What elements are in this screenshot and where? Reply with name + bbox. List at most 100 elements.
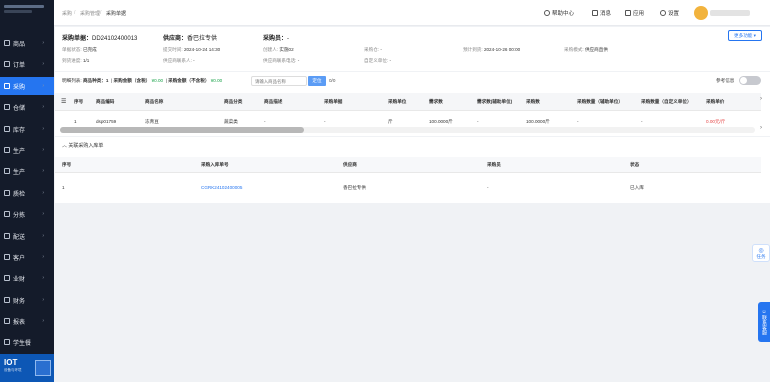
sidebar-item[interactable]: 学生餐 (0, 333, 54, 351)
scrollbar-thumb[interactable] (60, 127, 304, 133)
sidebar-item-label: 学生餐 (13, 340, 32, 347)
sidebar-item[interactable]: 采购 › (0, 77, 54, 95)
related-column-header: 采购入库单号 (201, 162, 229, 167)
order-field: 自定义单位: - (364, 58, 392, 63)
order-supplier: 供应商：香巴拉专供 (163, 36, 218, 42)
menu-icon (4, 61, 10, 67)
menu-icon (4, 40, 10, 46)
detail-table-cell: 100.0000斤 (429, 119, 453, 124)
detail-column-header: 商品描述 (264, 99, 283, 104)
breadcrumb-item[interactable]: 采购管理 (80, 10, 100, 17)
detail-column-header: 商品分类 (224, 99, 243, 104)
detail-table-cell: - (577, 119, 579, 124)
sidebar-item-label: 生产 (13, 169, 26, 176)
chevron-right-icon: › (42, 147, 44, 153)
iot-panel[interactable]: IOT 设备与环境 (0, 354, 54, 382)
chevron-right-icon: › (42, 83, 44, 89)
chevron-right-icon: › (42, 190, 44, 196)
order-number: 采购单据：DD24102400013 (62, 36, 138, 42)
sidebar-item-label: 质检 (13, 191, 26, 198)
sidebar-item-label: 业财 (13, 276, 26, 283)
menu-icon (4, 83, 10, 89)
detail-table-cell: 1 (74, 119, 77, 124)
detail-summary: 明细列表: 商品种类：1 | 采购金额（含税） ¥0.00 | 采购金额（不含税… (62, 78, 223, 83)
settings-link[interactable]: 设置 (660, 9, 679, 17)
search-count: 0/0 (329, 78, 336, 83)
sidebar: 商品 › 订单 › 采购 › 仓储 › 库存 › 生产 › 生产 › 质检 › 分拣 › 配送 › 客户 › 业财 › 财务 › 报… (0, 0, 54, 382)
chevron-right-icon: › (42, 40, 44, 46)
chevron-right-icon: › (42, 233, 44, 239)
menu-icon (4, 254, 10, 260)
more-functions-button[interactable]: 更多功能 ▾ (728, 30, 762, 41)
product-search-input[interactable] (251, 76, 307, 86)
inbound-order-link[interactable]: CGRK24102400005 (201, 185, 242, 190)
help-center-link[interactable]: 帮助中心 (544, 9, 574, 17)
sidebar-item-label: 商品 (13, 41, 26, 48)
sidebar-item[interactable]: 报表 › (0, 312, 54, 330)
menu-icon (4, 104, 10, 110)
gear-icon (660, 10, 666, 16)
apps-link[interactable]: 应用 (625, 9, 644, 17)
menu-icon (4, 318, 10, 324)
related-section-toggle[interactable]: ︿ 关联采购入库单 (62, 142, 103, 149)
sidebar-item[interactable]: 质检 › (0, 184, 54, 202)
locate-button[interactable]: 定位 (308, 76, 326, 86)
menu-icon (4, 190, 10, 196)
column-settings-icon[interactable]: ☰ (61, 98, 66, 105)
sidebar-item[interactable]: 订单 › (0, 55, 54, 73)
sidebar-item[interactable]: 财务 › (0, 291, 54, 309)
avatar[interactable] (694, 6, 708, 20)
messages-link[interactable]: 消息 (592, 9, 611, 17)
sidebar-item-label: 分拣 (13, 212, 26, 219)
sidebar-item[interactable]: 客户 › (0, 248, 54, 266)
sidebar-item[interactable]: 商品 › (0, 34, 54, 52)
sidebar-item[interactable]: 分拣 › (0, 205, 54, 223)
sidebar-item[interactable]: 配送 › (0, 227, 54, 245)
user-name[interactable] (710, 10, 750, 16)
sidebar-item[interactable]: 业财 › (0, 269, 54, 287)
help-icon (544, 10, 550, 16)
detail-table-cell: - (477, 119, 479, 124)
sidebar-item-label: 报表 (13, 319, 26, 326)
sidebar-item[interactable]: 仓储 › (0, 98, 54, 116)
apps-icon (625, 10, 631, 16)
order-field: 供应商联系人: - (163, 58, 195, 63)
detail-column-header: 商品编码 (96, 99, 115, 104)
detail-table-cell: - (324, 119, 326, 124)
reference-info-toggle[interactable] (739, 76, 761, 85)
detail-table-cell: - (264, 119, 266, 124)
sidebar-item-label: 配送 (13, 234, 26, 241)
detail-column-header: 采购数量（自定义单位） (641, 99, 692, 104)
chevron-right-icon: › (42, 318, 44, 324)
chevron-up-icon: ︿ (62, 143, 68, 149)
bell-icon (592, 10, 598, 16)
sidebar-item[interactable]: 库存 › (0, 120, 54, 138)
contact-service-button[interactable]: ☺ 联系客服 (758, 302, 770, 342)
breadcrumb-separator: / (100, 10, 102, 16)
detail-column-header: 需求数 (429, 99, 443, 104)
reference-info-label: 参考信息 (716, 78, 735, 83)
detail-table-cell: 斤 (388, 119, 393, 124)
scroll-right-icon[interactable]: › (760, 125, 762, 131)
sidebar-item-label: 生产 (13, 148, 26, 155)
sidebar-item[interactable]: 生产 › (0, 162, 54, 180)
related-table-cell: 1 (62, 185, 65, 190)
scroll-right-icon[interactable]: › (760, 96, 762, 102)
sidebar-item-label: 财务 (13, 298, 26, 305)
related-table-cell: - (487, 185, 489, 190)
menu-icon (4, 211, 10, 217)
breadcrumb-item[interactable]: 采购 (62, 10, 72, 17)
sidebar-item[interactable]: 生产 › (0, 141, 54, 159)
tasks-button[interactable]: ◎ 任务 (752, 244, 770, 262)
sidebar-item-label: 客户 (13, 255, 26, 262)
detail-table-cell: 冻青豆 (145, 119, 159, 124)
menu-icon (4, 339, 10, 345)
order-field: 创建人: 实施02 (263, 47, 294, 52)
order-buyer: 采购员：- (263, 36, 290, 42)
detail-column-header: 采购单价 (706, 99, 725, 104)
sidebar-item-label: 仓储 (13, 105, 26, 112)
related-column-header: 供应商 (343, 162, 357, 167)
breadcrumb-current: 采购单据 (106, 11, 127, 17)
menu-icon (4, 126, 10, 132)
detail-table-cell: 0.00元/斤 (706, 119, 726, 124)
